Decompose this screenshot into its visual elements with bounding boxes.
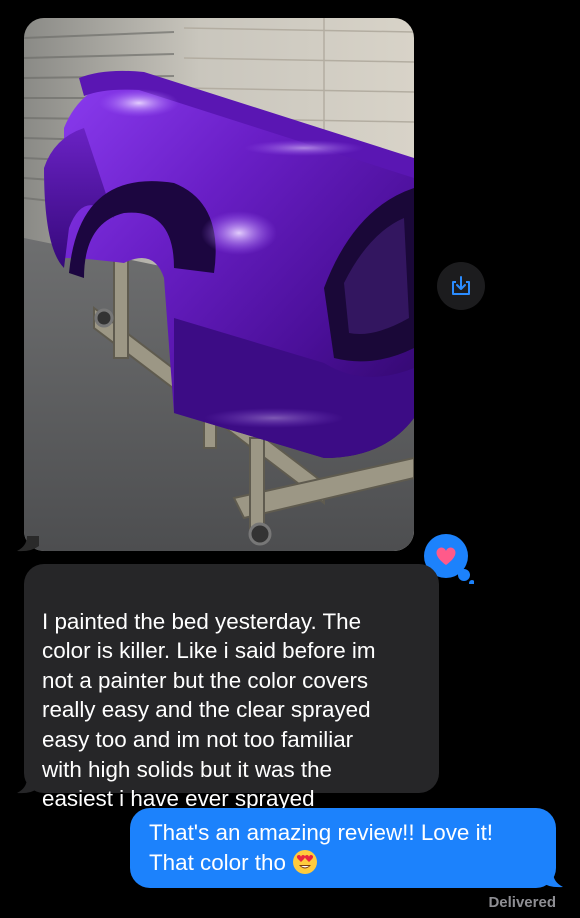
outgoing-bubble-tail	[541, 872, 563, 888]
outgoing-message-line-2: That color tho	[149, 848, 538, 878]
incoming-message-text: I painted the bed yesterday. The color i…	[42, 608, 376, 812]
delivery-status: Delivered	[488, 894, 556, 911]
previous-timestamp-fragment	[0, 0, 580, 10]
heart-eyes-emoji-icon	[292, 849, 317, 874]
download-to-tray-icon	[452, 276, 470, 295]
save-photo-button[interactable]	[437, 262, 485, 310]
incoming-bubble-tail	[17, 778, 39, 794]
outgoing-message-bubble: That's an amazing review!! Love it! That…	[130, 808, 556, 888]
photo-bubble-tail	[17, 536, 39, 552]
truck-bed-photo	[24, 18, 414, 551]
outgoing-message-line-2-text: That color tho	[149, 849, 286, 875]
outgoing-message-line-1: That's an amazing review!! Love it!	[149, 820, 494, 845]
photo-message[interactable]	[24, 18, 414, 551]
incoming-message-bubble: I painted the bed yesterday. The color i…	[24, 564, 439, 811]
